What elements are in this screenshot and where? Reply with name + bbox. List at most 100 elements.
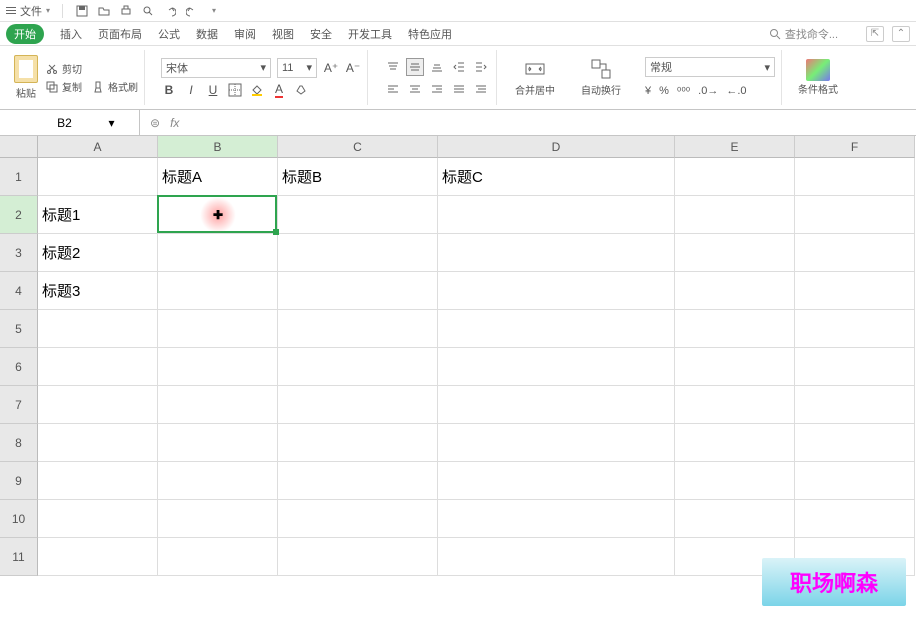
name-box[interactable]: ▾ — [0, 110, 140, 135]
row-header-5[interactable]: 5 — [0, 310, 38, 348]
number-format-selector[interactable]: 常规 ▾ — [645, 57, 775, 77]
cell-A3[interactable]: 标题2 — [38, 234, 158, 272]
print-icon[interactable] — [119, 4, 133, 18]
cell-B7[interactable] — [158, 386, 278, 424]
row-header-1[interactable]: 1 — [0, 158, 38, 196]
tab-review[interactable]: 审阅 — [234, 26, 256, 42]
cell-B9[interactable] — [158, 462, 278, 500]
tab-formulas[interactable]: 公式 — [158, 26, 180, 42]
cell-F5[interactable] — [795, 310, 915, 348]
currency-icon[interactable]: ¥ — [645, 85, 651, 98]
cell-E10[interactable] — [675, 500, 795, 538]
cell-A7[interactable] — [38, 386, 158, 424]
cell-A10[interactable] — [38, 500, 158, 538]
cell-D8[interactable] — [438, 424, 675, 462]
cell-D9[interactable] — [438, 462, 675, 500]
cell-F2[interactable] — [795, 196, 915, 234]
align-top-icon[interactable] — [384, 58, 402, 76]
cell-E5[interactable] — [675, 310, 795, 348]
cell-B11[interactable] — [158, 538, 278, 576]
font-name-selector[interactable]: 宋体 ▾ — [161, 58, 271, 78]
formula-input[interactable] — [189, 110, 916, 135]
cell-F8[interactable] — [795, 424, 915, 462]
cell-C9[interactable] — [278, 462, 438, 500]
row-header-6[interactable]: 6 — [0, 348, 38, 386]
increase-font-icon[interactable]: A⁺ — [323, 60, 339, 76]
cell-D10[interactable] — [438, 500, 675, 538]
row-header-2[interactable]: 2 — [0, 196, 38, 234]
col-header-D[interactable]: D — [438, 136, 675, 158]
cell-D3[interactable] — [438, 234, 675, 272]
cell-F4[interactable] — [795, 272, 915, 310]
decrease-indent-icon[interactable] — [450, 58, 468, 76]
bold-button[interactable]: B — [161, 82, 177, 98]
increase-decimal-icon[interactable]: .0→ — [698, 85, 718, 98]
cell-F10[interactable] — [795, 500, 915, 538]
cell-C10[interactable] — [278, 500, 438, 538]
cell-E1[interactable] — [675, 158, 795, 196]
cell-B4[interactable] — [158, 272, 278, 310]
redo-icon[interactable] — [185, 4, 199, 18]
cell-B3[interactable] — [158, 234, 278, 272]
cell-B1[interactable]: 标题A — [158, 158, 278, 196]
thousands-icon[interactable]: ⁰⁰⁰ — [677, 85, 690, 98]
command-search[interactable]: 查找命令... — [769, 26, 838, 42]
tab-security[interactable]: 安全 — [310, 26, 332, 42]
cell-D6[interactable] — [438, 348, 675, 386]
cell-C7[interactable] — [278, 386, 438, 424]
align-left-icon[interactable] — [384, 80, 402, 98]
cell-B6[interactable] — [158, 348, 278, 386]
tab-special[interactable]: 特色应用 — [408, 26, 452, 42]
collapse-icon[interactable]: ⌃ — [892, 26, 910, 42]
wrap-icon[interactable] — [590, 58, 612, 80]
cell-E2[interactable] — [675, 196, 795, 234]
tab-dev-tools[interactable]: 开发工具 — [348, 26, 392, 42]
cell-A5[interactable] — [38, 310, 158, 348]
cell-F3[interactable] — [795, 234, 915, 272]
cell-A9[interactable] — [38, 462, 158, 500]
cut-button[interactable]: 剪切 — [46, 61, 138, 76]
align-middle-icon[interactable] — [406, 58, 424, 76]
cell-A2[interactable]: 标题1 — [38, 196, 158, 234]
cell-D4[interactable] — [438, 272, 675, 310]
ribbon-conditional-format[interactable]: 条件格式 — [792, 50, 844, 105]
align-center-icon[interactable] — [406, 80, 424, 98]
col-header-B[interactable]: B — [158, 136, 278, 158]
fill-color-button[interactable] — [249, 82, 265, 98]
cells-area[interactable]: 标题A标题B标题C标题1标题2标题3 — [38, 158, 915, 576]
tab-insert[interactable]: 插入 — [60, 26, 82, 42]
cell-F1[interactable] — [795, 158, 915, 196]
cell-E4[interactable] — [675, 272, 795, 310]
format-painter-button[interactable]: 格式刷 — [92, 79, 138, 94]
cell-A1[interactable] — [38, 158, 158, 196]
cell-A6[interactable] — [38, 348, 158, 386]
row-header-8[interactable]: 8 — [0, 424, 38, 462]
cell-E8[interactable] — [675, 424, 795, 462]
row-header-9[interactable]: 9 — [0, 462, 38, 500]
cell-E6[interactable] — [675, 348, 795, 386]
cell-C3[interactable] — [278, 234, 438, 272]
file-menu[interactable]: 文件 ▾ — [6, 3, 50, 19]
merge-icon[interactable] — [524, 58, 546, 80]
font-color-button[interactable]: A — [271, 82, 287, 98]
cell-B8[interactable] — [158, 424, 278, 462]
row-header-11[interactable]: 11 — [0, 538, 38, 576]
col-header-C[interactable]: C — [278, 136, 438, 158]
select-all-corner[interactable] — [0, 136, 38, 158]
border-button[interactable] — [227, 82, 243, 98]
cell-D7[interactable] — [438, 386, 675, 424]
tab-home[interactable]: 开始 — [6, 24, 44, 44]
col-header-E[interactable]: E — [675, 136, 795, 158]
popout-icon[interactable]: ⇱ — [866, 26, 884, 42]
cell-A8[interactable] — [38, 424, 158, 462]
increase-indent-icon[interactable] — [472, 58, 490, 76]
align-bottom-icon[interactable] — [428, 58, 446, 76]
tab-data[interactable]: 数据 — [196, 26, 218, 42]
cell-C6[interactable] — [278, 348, 438, 386]
cell-C4[interactable] — [278, 272, 438, 310]
paste-icon[interactable] — [14, 55, 38, 83]
expand-icon[interactable]: ⊜ — [150, 116, 160, 130]
row-header-10[interactable]: 10 — [0, 500, 38, 538]
cell-D11[interactable] — [438, 538, 675, 576]
col-header-F[interactable]: F — [795, 136, 915, 158]
